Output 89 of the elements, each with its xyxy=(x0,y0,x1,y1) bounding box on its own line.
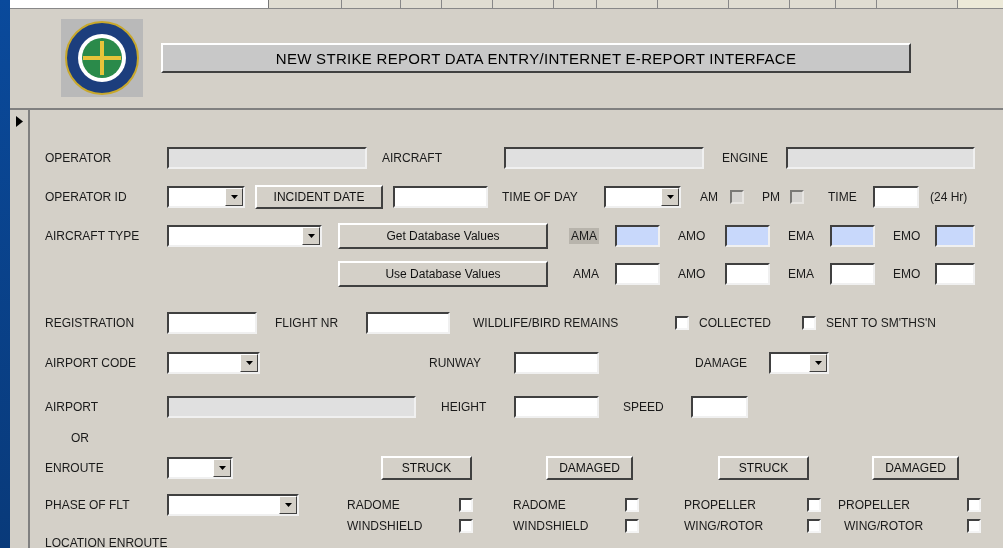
field-label: DAMAGE xyxy=(694,355,748,371)
field-label: AMO xyxy=(677,228,707,244)
field-label: COLLECTED xyxy=(698,315,773,331)
text-field[interactable] xyxy=(873,186,919,208)
caret-icon xyxy=(284,503,292,507)
text-field[interactable] xyxy=(615,263,660,285)
checkbox[interactable] xyxy=(675,316,689,330)
field-label: FLIGHT NR xyxy=(274,315,340,331)
field-label: TIME xyxy=(827,189,858,205)
field-label: WING/ROTOR xyxy=(683,518,765,534)
text-field[interactable] xyxy=(167,312,257,334)
checkbox[interactable] xyxy=(967,519,981,533)
dropdown-field[interactable] xyxy=(167,186,245,208)
dropdown-field[interactable] xyxy=(604,186,681,208)
caret-icon xyxy=(230,195,238,199)
form-button[interactable]: DAMAGED xyxy=(872,456,959,480)
field-label: ENROUTE xyxy=(44,460,105,476)
field-label: HEIGHT xyxy=(440,399,488,415)
field-label: AMO xyxy=(677,266,707,282)
dropdown-field[interactable] xyxy=(769,352,829,374)
text-field[interactable] xyxy=(725,225,770,247)
field-label: AMA xyxy=(572,266,600,282)
field-label: AIRCRAFT xyxy=(381,150,443,166)
field-label: OPERATOR xyxy=(44,150,113,166)
caret-icon xyxy=(814,361,822,365)
field-label: AM xyxy=(699,189,719,205)
text-field[interactable] xyxy=(393,186,488,208)
field-label: RUNWAY xyxy=(428,355,482,371)
field-label: (24 Hr) xyxy=(929,189,969,205)
checkbox[interactable] xyxy=(459,498,473,512)
field-label: AIRPORT xyxy=(44,399,100,415)
field-label: WINDSHIELD xyxy=(346,518,424,534)
text-field[interactable] xyxy=(935,225,975,247)
title-button[interactable]: NEW STRIKE REPORT DATA ENTRY/INTERNET E-REPORT INTERFACE xyxy=(161,43,911,74)
field-label: EMA xyxy=(787,266,815,282)
record-pointer-icon xyxy=(15,116,23,127)
field-label: AMA xyxy=(569,228,599,244)
field-label: AIRPORT CODE xyxy=(44,355,137,371)
field-label: TIME OF DAY xyxy=(501,189,579,205)
field-label: AIRCRAFT TYPE xyxy=(44,228,141,244)
field-label: LOCATION ENROUTE xyxy=(44,535,169,548)
checkbox[interactable] xyxy=(802,316,816,330)
form-button[interactable]: STRUCK xyxy=(718,456,809,480)
text-field[interactable] xyxy=(725,263,770,285)
field-label: EMO xyxy=(892,266,922,282)
text-field[interactable] xyxy=(830,263,875,285)
text-field[interactable] xyxy=(615,225,660,247)
checkbox[interactable] xyxy=(807,519,821,533)
text-field[interactable] xyxy=(830,225,875,247)
field-label: PROPELLER xyxy=(683,497,758,513)
field-label: RADOME xyxy=(512,497,567,513)
checkbox[interactable] xyxy=(625,519,639,533)
caret-icon xyxy=(666,195,674,199)
checkbox[interactable] xyxy=(625,498,639,512)
text-field[interactable] xyxy=(514,352,599,374)
dropdown-field[interactable] xyxy=(167,352,260,374)
field-label: SENT TO SM'THS'N xyxy=(825,315,937,331)
dropdown-field[interactable] xyxy=(167,457,233,479)
text-field[interactable] xyxy=(691,396,748,418)
field-label: WING/ROTOR xyxy=(843,518,925,534)
field-label: SPEED xyxy=(622,399,665,415)
field-label: WINDSHIELD xyxy=(512,518,590,534)
field-label: PM xyxy=(761,189,781,205)
form-button[interactable]: Get Database Values xyxy=(338,223,548,249)
checkbox[interactable] xyxy=(967,498,981,512)
text-field[interactable] xyxy=(935,263,975,285)
dropdown-field[interactable] xyxy=(167,225,322,247)
field-label: OPERATOR ID xyxy=(44,189,128,205)
field-label: PHASE OF FLT xyxy=(44,497,131,513)
dropdown-field[interactable] xyxy=(167,494,299,516)
caret-icon xyxy=(218,466,226,470)
checkbox[interactable] xyxy=(807,498,821,512)
caret-icon xyxy=(307,234,315,238)
field-label: REGISTRATION xyxy=(44,315,136,331)
field-label: PROPELLER xyxy=(837,497,912,513)
form-button[interactable]: STRUCK xyxy=(381,456,472,480)
field-label: EMO xyxy=(892,228,922,244)
field-label: ENGINE xyxy=(721,150,769,166)
caret-icon xyxy=(245,361,253,365)
checkbox[interactable] xyxy=(459,519,473,533)
text-field[interactable] xyxy=(366,312,450,334)
field-label: OR xyxy=(70,430,90,446)
field-label: WILDLIFE/BIRD REMAINS xyxy=(472,315,620,331)
field-label: RADOME xyxy=(346,497,401,513)
field-label: EMA xyxy=(787,228,815,244)
text-field[interactable] xyxy=(514,396,599,418)
form-button[interactable]: Use Database Values xyxy=(338,261,548,287)
form-button[interactable]: INCIDENT DATE xyxy=(255,185,383,209)
form-button[interactable]: DAMAGED xyxy=(546,456,633,480)
